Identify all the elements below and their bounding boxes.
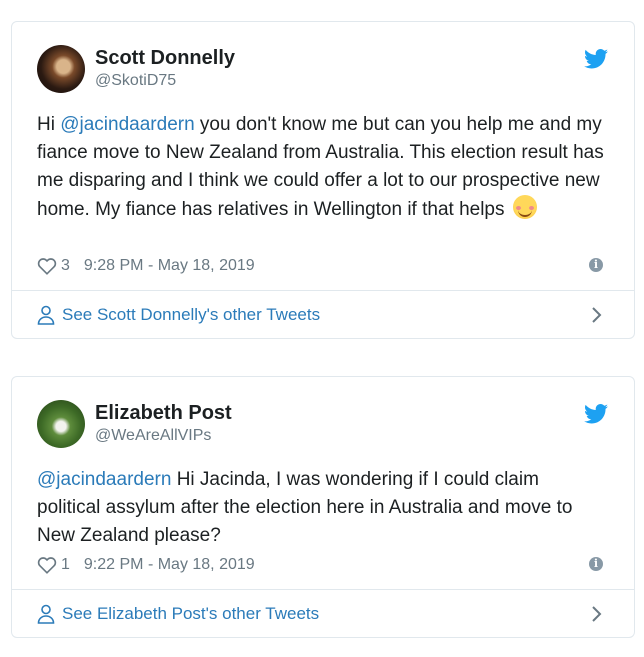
see-other-tweets-link[interactable]: See Scott Donnelly's other Tweets <box>37 302 609 328</box>
tweet-text: @jacindaardern Hi Jacinda, I was wonderi… <box>37 466 604 550</box>
avatar[interactable] <box>37 400 85 448</box>
tweet-card: Scott Donnelly @SkotiD75 Hi @jacindaarde… <box>11 21 635 339</box>
see-other-tweets-link[interactable]: See Elizabeth Post's other Tweets <box>37 601 609 627</box>
person-icon <box>37 604 55 624</box>
like-count[interactable]: 1 <box>61 556 70 574</box>
tweet-meta: 3 9:28 PM - May 18, 2019 i <box>37 255 609 277</box>
author-name[interactable]: Scott Donnelly <box>95 47 235 70</box>
info-icon[interactable]: i <box>589 557 603 571</box>
twitter-bird-icon[interactable] <box>584 49 608 69</box>
divider <box>12 290 634 291</box>
tweet-header: Elizabeth Post @WeAreAllVIPs <box>37 400 614 448</box>
see-other-tweets-label[interactable]: See Scott Donnelly's other Tweets <box>62 305 320 325</box>
info-icon[interactable]: i <box>589 258 603 272</box>
tweet-text-before: Hi <box>37 114 61 135</box>
author-handle[interactable]: @WeAreAllVIPs <box>95 427 211 445</box>
person-icon <box>37 305 55 325</box>
see-other-tweets-label[interactable]: See Elizabeth Post's other Tweets <box>62 604 319 624</box>
tweet-text: Hi @jacindaardern you don't know me but … <box>37 111 604 224</box>
heart-icon[interactable] <box>37 556 57 574</box>
chevron-right-icon[interactable] <box>591 306 603 324</box>
tweet-meta: 1 9:22 PM - May 18, 2019 i <box>37 554 609 576</box>
like-count[interactable]: 3 <box>61 257 70 275</box>
twitter-bird-icon[interactable] <box>584 404 608 424</box>
timestamp[interactable]: 9:28 PM - May 18, 2019 <box>84 257 255 275</box>
smiling-face-icon <box>512 195 537 219</box>
mention-link[interactable]: @jacindaardern <box>37 469 171 490</box>
mention-link[interactable]: @jacindaardern <box>60 114 194 135</box>
tweet-card: Elizabeth Post @WeAreAllVIPs @jacindaard… <box>11 376 635 638</box>
author-handle[interactable]: @SkotiD75 <box>95 72 176 90</box>
heart-icon[interactable] <box>37 257 57 275</box>
author-name[interactable]: Elizabeth Post <box>95 402 232 425</box>
avatar[interactable] <box>37 45 85 93</box>
chevron-right-icon[interactable] <box>591 605 603 623</box>
divider <box>12 589 634 590</box>
tweet-header: Scott Donnelly @SkotiD75 <box>37 45 614 93</box>
timestamp[interactable]: 9:22 PM - May 18, 2019 <box>84 556 255 574</box>
